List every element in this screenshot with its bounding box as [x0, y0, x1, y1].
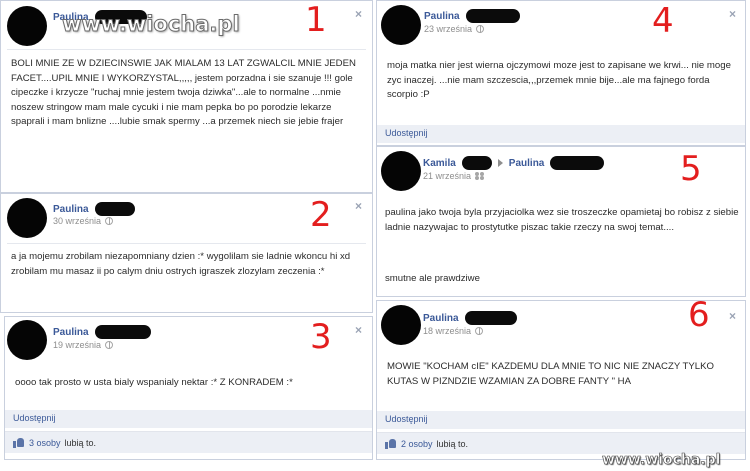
author-row: Paulina [53, 202, 135, 216]
redacted-surname [461, 156, 492, 170]
avatar[interactable] [381, 305, 421, 345]
post-text: oooo tak prosto w usta bialy wspanialy n… [15, 377, 293, 388]
annotation-number-6: 6 [688, 295, 710, 335]
divider [7, 243, 366, 244]
avatar[interactable] [7, 6, 47, 46]
close-icon[interactable]: × [729, 309, 736, 323]
post-text: a ja mojemu zrobilam niezapomniany dzien… [11, 251, 351, 277]
watermark-bottom: www.wiocha.pl [602, 452, 721, 469]
close-icon[interactable]: × [355, 323, 362, 337]
annotation-number-2: 2 [310, 195, 332, 235]
close-icon[interactable]: × [355, 199, 362, 213]
author-name[interactable]: Paulina [53, 204, 89, 215]
post-date[interactable]: 23 września [424, 24, 472, 34]
likes-count[interactable]: 2 osoby [401, 439, 433, 449]
redacted-surname [550, 156, 605, 170]
author-name[interactable]: Paulina [423, 313, 459, 324]
redacted-surname [94, 325, 151, 339]
post-date[interactable]: 21 września [423, 171, 471, 181]
post-text: BOLI MNIE ZE W DZIECINSWIE JAK MIALAM 13… [11, 58, 356, 127]
thumbs-up-icon [13, 437, 25, 448]
post-panel-4: Paulina 23 września × moja matka nier je… [376, 0, 746, 146]
avatar[interactable] [7, 320, 47, 360]
likes-count[interactable]: 3 osoby [29, 438, 61, 448]
likes-suffix: lubią to. [436, 438, 469, 449]
globe-icon [105, 217, 114, 225]
author-name[interactable]: Paulina [53, 327, 89, 338]
post-date[interactable]: 30 września [53, 216, 101, 226]
post-date[interactable]: 18 września [423, 326, 471, 336]
globe-icon [476, 25, 485, 33]
post-date-row: 30 września [53, 216, 114, 226]
post-text: MOWIE "KOCHAM cIE" KAZDEMU DLA MNIE TO N… [387, 361, 715, 387]
share-link[interactable]: Udostępnij [385, 128, 428, 138]
avatar[interactable] [381, 151, 421, 191]
redacted-surname [465, 9, 520, 23]
post-date-row: 18 września [423, 326, 484, 336]
divider [7, 49, 366, 50]
thumbs-up-icon [385, 438, 397, 449]
globe-icon [105, 341, 114, 349]
post-text-2: smutne ale prawdziwe [385, 273, 480, 284]
share-link[interactable]: Udostępnij [385, 414, 428, 424]
watermark-top: www.wiocha.pl [62, 12, 241, 37]
annotation-number-5: 5 [680, 149, 702, 189]
post-text: moja matka nier jest wierna ojczymowi mo… [387, 60, 731, 100]
arrow-right-icon [497, 159, 503, 167]
post-text: paulina jako twoja byla przyjaciolka wez… [385, 207, 739, 233]
author-row: Paulina [53, 325, 151, 339]
author-row: Paulina [423, 311, 517, 325]
close-icon[interactable]: × [729, 7, 736, 21]
likes-suffix: lubią to. [64, 437, 97, 448]
redacted-surname [464, 311, 517, 325]
author-row: Paulina [424, 9, 520, 23]
avatar[interactable] [381, 5, 421, 45]
post-date-row: 21 września [423, 171, 485, 181]
post-date-row: 23 września [424, 24, 485, 34]
author-name[interactable]: Kamila [423, 158, 456, 169]
redacted-surname [94, 202, 135, 216]
share-bar: Udostępnij [377, 125, 745, 143]
share-bar: Udostępnij [5, 410, 372, 428]
share-bar: Udostępnij [377, 411, 745, 429]
post-date[interactable]: 19 września [53, 340, 101, 350]
author-row: Kamila Paulina [423, 156, 605, 170]
likes-bar: 2 osoby lubią to. [377, 432, 745, 454]
annotation-number-4: 4 [652, 1, 674, 41]
annotation-number-1: 1 [305, 0, 327, 40]
friends-icon [475, 172, 485, 180]
annotation-number-3: 3 [310, 317, 332, 357]
share-link[interactable]: Udostępnij [13, 413, 56, 423]
post-date-row: 19 września [53, 340, 114, 350]
close-icon[interactable]: × [355, 7, 362, 21]
likes-bar: 3 osoby lubią to. [5, 431, 372, 453]
avatar[interactable] [7, 198, 47, 238]
globe-icon [475, 327, 484, 335]
recipient-name[interactable]: Paulina [509, 158, 545, 169]
author-name[interactable]: Paulina [424, 11, 460, 22]
